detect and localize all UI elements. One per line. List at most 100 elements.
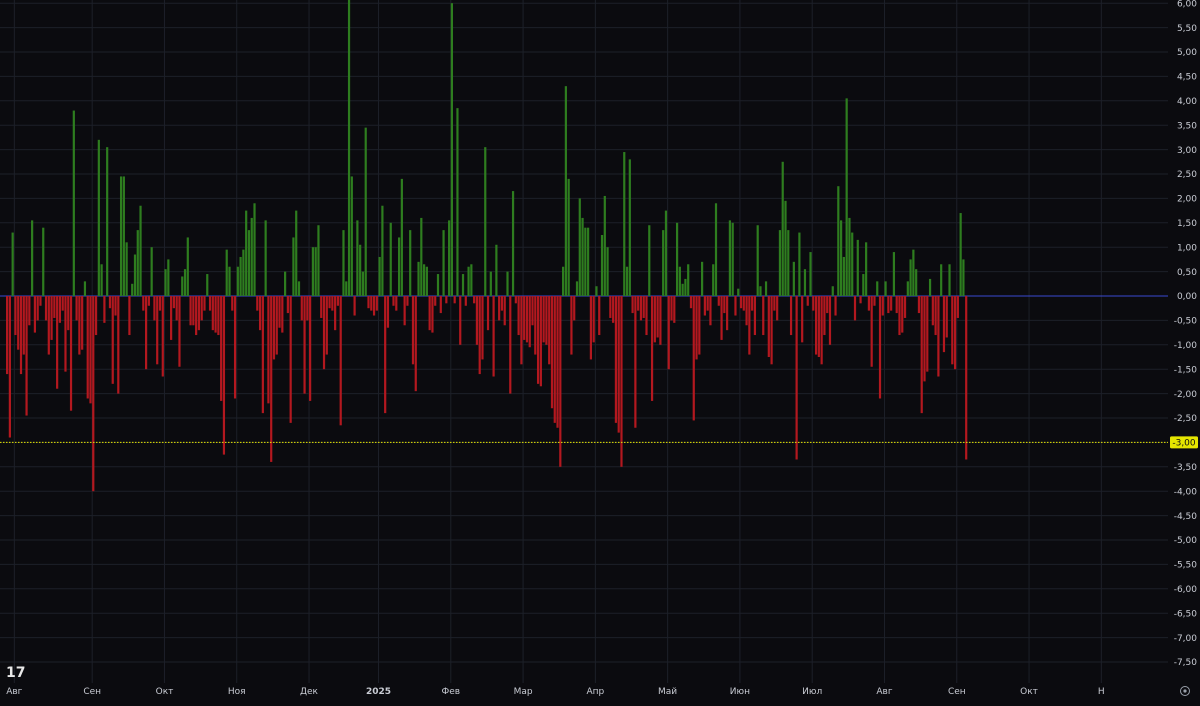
watermark-text: 17 [6,665,25,681]
bar [523,296,526,340]
bar [776,296,779,321]
y-tick-label: -5,00 [1174,536,1198,546]
bar [606,247,609,296]
y-tick-label: -7,00 [1174,634,1198,644]
bar [678,266,681,296]
bar [865,242,868,296]
bar [233,296,237,399]
bar [826,296,829,314]
y-tick-label: 3,00 [1177,146,1197,156]
bar [653,296,656,343]
bar [795,296,798,460]
x-tick-label: Авг [876,687,892,697]
y-tick-label: -4,50 [1174,512,1198,522]
bar [926,296,929,372]
bar [681,283,684,296]
bar [873,296,876,306]
bar [375,296,378,311]
bar [773,296,776,311]
y-tick-label: 1,00 [1177,243,1197,253]
bar [161,296,164,377]
bar [603,195,606,296]
bar [792,261,795,296]
bar [492,296,495,377]
bar [61,296,64,311]
bar [242,249,245,296]
bar [97,139,100,296]
bar [687,264,690,296]
y-tick-label: -2,50 [1174,414,1198,424]
bar [756,225,759,296]
bar [211,296,214,331]
bar [539,296,542,387]
bar [303,296,306,394]
bar [612,296,615,323]
bar [759,286,762,296]
x-tick-label: Май [658,687,677,697]
bar-chart[interactable]: -3,00 6,00 5,50 5,00 4,50 4,00 3,50 3,00 2,50 2,… [0,0,1200,706]
bar [431,296,434,333]
bar [456,108,459,297]
bar [420,217,423,296]
bar [617,296,620,433]
bar [19,296,23,375]
bar [692,296,695,421]
bar [434,296,437,306]
bar [717,296,720,306]
bar [662,230,665,296]
bar [639,296,643,321]
bar [731,222,734,296]
bar [623,152,626,296]
reference-line-label: -3,00 [1172,439,1196,449]
bar [228,266,231,296]
bar [734,296,737,316]
bar [820,296,823,365]
bar [531,296,534,326]
bar [200,296,203,321]
bar [650,296,654,401]
bar [848,217,851,296]
bar [506,271,509,296]
bar [753,296,757,336]
bar [609,296,612,318]
bar [498,296,501,321]
y-tick-label: -4,00 [1174,487,1198,497]
bar [119,176,123,296]
y-tick-label: 0,50 [1177,268,1197,278]
bar [117,296,120,394]
bar [520,296,523,365]
bar [940,264,943,296]
bar [703,296,706,316]
bar [409,230,412,296]
bar [787,230,790,296]
bar [417,261,420,296]
bar [467,266,470,296]
bar [851,232,854,296]
bar [250,217,253,296]
bar [28,296,31,326]
bar [8,296,11,438]
bar [751,296,754,311]
bar [214,296,217,333]
bar [459,296,462,345]
bar [81,296,84,350]
bar [100,264,103,296]
bar [275,296,278,355]
y-tick-label: 5,50 [1177,24,1197,34]
x-tick-label: Сен [83,687,101,697]
bar [89,296,92,404]
bar [50,296,53,340]
bar [125,242,128,296]
bar [150,247,153,296]
x-tick-label: Ноя [228,687,246,697]
bar [381,205,384,296]
bar [481,296,484,360]
y-tick-label: 3,50 [1177,121,1197,131]
bar [484,147,487,296]
x-tick-label: Окт [1020,687,1038,697]
bar [631,296,634,314]
bar [876,281,879,296]
bar [170,296,173,340]
bar [208,296,212,311]
bar [689,296,693,309]
